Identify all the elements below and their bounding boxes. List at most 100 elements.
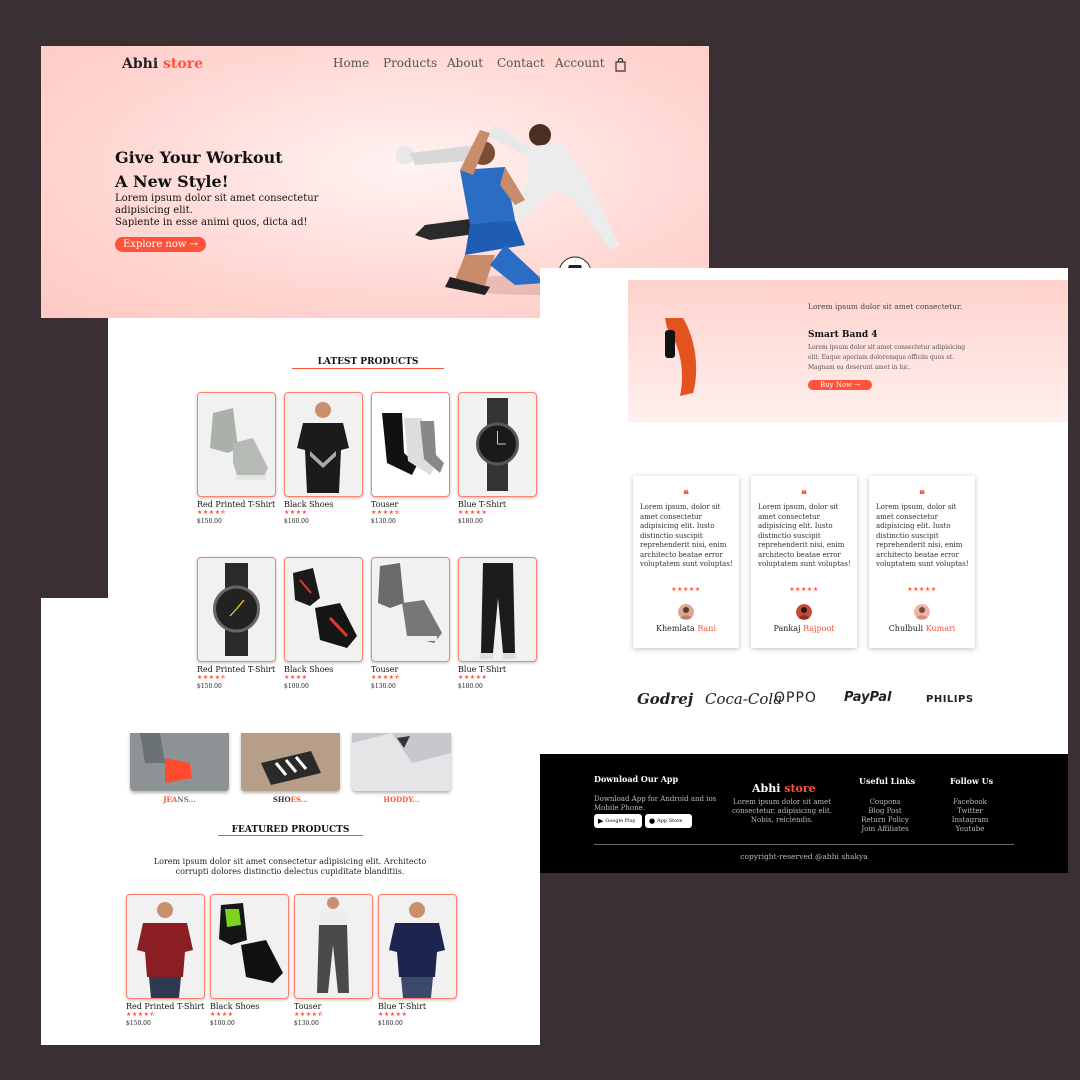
product-card[interactable]: Red Printed T-Shirt ★★★★⯪ $150.00 xyxy=(126,894,205,1028)
category-jeans[interactable] xyxy=(130,733,229,791)
footer-link-instagram[interactable]: Instagram xyxy=(944,816,996,825)
product-card[interactable]: Touser ★★★★⯪ $130.00 xyxy=(371,557,450,691)
product-name[interactable]: Touser xyxy=(371,665,450,674)
category-shoes-label[interactable]: SHOES... xyxy=(241,795,340,804)
product-image[interactable] xyxy=(284,392,363,497)
footer-app-title: Download Our App xyxy=(594,774,679,784)
nav-products[interactable]: Products xyxy=(383,56,437,70)
brand-cocacola-logo: Coca-Cola xyxy=(705,690,783,708)
product-image[interactable] xyxy=(458,557,537,662)
product-rating: ★★★★★ xyxy=(458,509,488,516)
product-rating: ★★★★★ xyxy=(378,1011,408,1018)
hero-text: Lorem ipsum dolor sit amet consectetur a… xyxy=(115,193,335,229)
featured-products-underline xyxy=(218,835,363,836)
right-page-strip xyxy=(540,280,628,422)
product-card[interactable]: Black Shoes ★★★★ $100.00 xyxy=(284,392,363,526)
app-store-button[interactable]: ● App Store xyxy=(645,814,692,828)
product-name[interactable]: Touser xyxy=(371,500,450,509)
product-card[interactable]: Red Printed T-Shirt ★★★★⯪ $150.00 xyxy=(197,557,276,691)
footer-logo-main: Abhi xyxy=(752,782,781,795)
featured-description-line1: Lorem ipsum dolor sit amet consectetur a… xyxy=(153,857,427,866)
testimonial-rating: ★★★★★ xyxy=(907,586,937,593)
category-hoody[interactable] xyxy=(352,733,451,791)
footer-logo[interactable]: Abhi store xyxy=(752,782,816,795)
product-card[interactable]: Touser ★★★★⯪ $130.00 xyxy=(371,392,450,526)
hero-title-line1: Give Your Workout xyxy=(115,148,283,167)
product-image[interactable] xyxy=(371,392,450,497)
testimonial-text: Lorem ipsum, dolor sit amet consectetur … xyxy=(876,503,969,568)
tshirt-image xyxy=(389,902,445,998)
testimonial-rating: ★★★★★ xyxy=(671,586,701,593)
product-rating: ★★★★ xyxy=(210,1011,234,1018)
product-image[interactable] xyxy=(284,557,363,662)
logo[interactable]: Abhi store xyxy=(122,56,203,72)
product-name[interactable]: Blue T-Shirt xyxy=(378,1002,457,1011)
author-last-name: Kumari xyxy=(925,624,956,633)
product-image[interactable] xyxy=(371,557,450,662)
watch-image xyxy=(476,398,519,491)
product-image[interactable] xyxy=(197,392,276,497)
tshirt-image xyxy=(137,902,193,998)
google-play-button[interactable]: ▶ Google Play xyxy=(594,814,642,828)
product-image[interactable] xyxy=(458,392,537,497)
footer-link-affiliates[interactable]: Join Affiliates xyxy=(855,825,915,834)
product-card[interactable]: Blue T-Shirt ★★★★★ $180.00 xyxy=(458,557,537,691)
footer-link-twitter[interactable]: Twitter xyxy=(944,807,996,816)
featured-description-line2: corrupti dolores distinctio delectus cup… xyxy=(175,867,405,876)
product-rating: ★★★★★ xyxy=(458,674,488,681)
author-first-name: Pankaj xyxy=(773,624,801,633)
product-card[interactable]: Black Shoes ★★★★ $100.00 xyxy=(210,894,289,1028)
product-name[interactable]: Red Printed T-Shirt xyxy=(197,500,276,509)
shoe-image xyxy=(219,903,283,983)
testimonial-rating: ★★★★★ xyxy=(789,586,819,593)
offer-text: Lorem ipsum dolor sit amet consectetur a… xyxy=(808,344,966,371)
product-image[interactable] xyxy=(126,894,205,999)
product-card[interactable]: Touser ★★★★⯪ $130.00 xyxy=(294,894,373,1028)
buy-now-button[interactable]: Buy Now → xyxy=(808,380,873,390)
footer-link-facebook[interactable]: Facebook xyxy=(944,798,996,807)
category-hoody-image xyxy=(352,733,451,791)
product-price: $180.00 xyxy=(458,518,483,525)
product-image[interactable] xyxy=(294,894,373,999)
category-label-suffix: ES... xyxy=(290,795,309,804)
nav-home[interactable]: Home xyxy=(333,56,369,70)
product-card[interactable]: Blue T-Shirt ★★★★★ $180.00 xyxy=(378,894,457,1028)
product-card[interactable]: Blue T-Shirt ★★★★★ $180.00 xyxy=(458,392,537,526)
product-card[interactable]: Red Printed T-Shirt ★★★★⯪ $150.00 xyxy=(197,392,276,526)
cart-icon[interactable] xyxy=(614,57,627,72)
nav-account[interactable]: Account xyxy=(555,56,605,70)
product-name[interactable]: Blue T-Shirt xyxy=(458,500,537,509)
category-shoes[interactable] xyxy=(241,733,340,791)
nav-contact[interactable]: Contact xyxy=(497,56,545,70)
category-hoody-label[interactable]: HODDY... xyxy=(352,795,451,804)
product-image[interactable] xyxy=(210,894,289,999)
product-name[interactable]: Red Printed T-Shirt xyxy=(126,1002,205,1011)
product-name[interactable]: Blue T-Shirt xyxy=(458,665,537,674)
product-image[interactable] xyxy=(197,557,276,662)
footer-follow-title: Follow Us xyxy=(950,776,994,786)
product-rating: ★★★★ xyxy=(284,509,308,516)
product-name[interactable]: Red Printed T-Shirt xyxy=(197,665,276,674)
footer-link-return-policy[interactable]: Return Policy xyxy=(855,816,915,825)
product-name[interactable]: Black Shoes xyxy=(210,1002,289,1011)
footer-link-youtube[interactable]: Youtube xyxy=(944,825,996,834)
category-jeans-label[interactable]: JEANS... xyxy=(130,795,229,804)
product-price: $150.00 xyxy=(126,1020,151,1027)
hero-text-line2: Sapiente in esse animi quos, dicta ad! xyxy=(115,217,308,228)
avatar xyxy=(914,604,930,620)
product-rating: ★★★★⯪ xyxy=(197,674,227,681)
trousers-image xyxy=(317,897,349,993)
product-name[interactable]: Black Shoes xyxy=(284,500,363,509)
footer-link-coupons[interactable]: Coupons xyxy=(855,798,915,807)
explore-button[interactable]: Explore now → xyxy=(115,237,207,252)
product-price: $150.00 xyxy=(197,683,222,690)
nav-about[interactable]: About xyxy=(447,56,483,70)
footer-logo-accent: store xyxy=(784,782,816,795)
product-card[interactable]: Black Shoes ★★★★ $100.00 xyxy=(284,557,363,691)
product-image[interactable] xyxy=(378,894,457,999)
footer-link-blog[interactable]: Blog Post xyxy=(855,807,915,816)
product-name[interactable]: Touser xyxy=(294,1002,373,1011)
product-price: $130.00 xyxy=(294,1020,319,1027)
product-name[interactable]: Black Shoes xyxy=(284,665,363,674)
product-rating: ★★★★⯪ xyxy=(371,674,401,681)
